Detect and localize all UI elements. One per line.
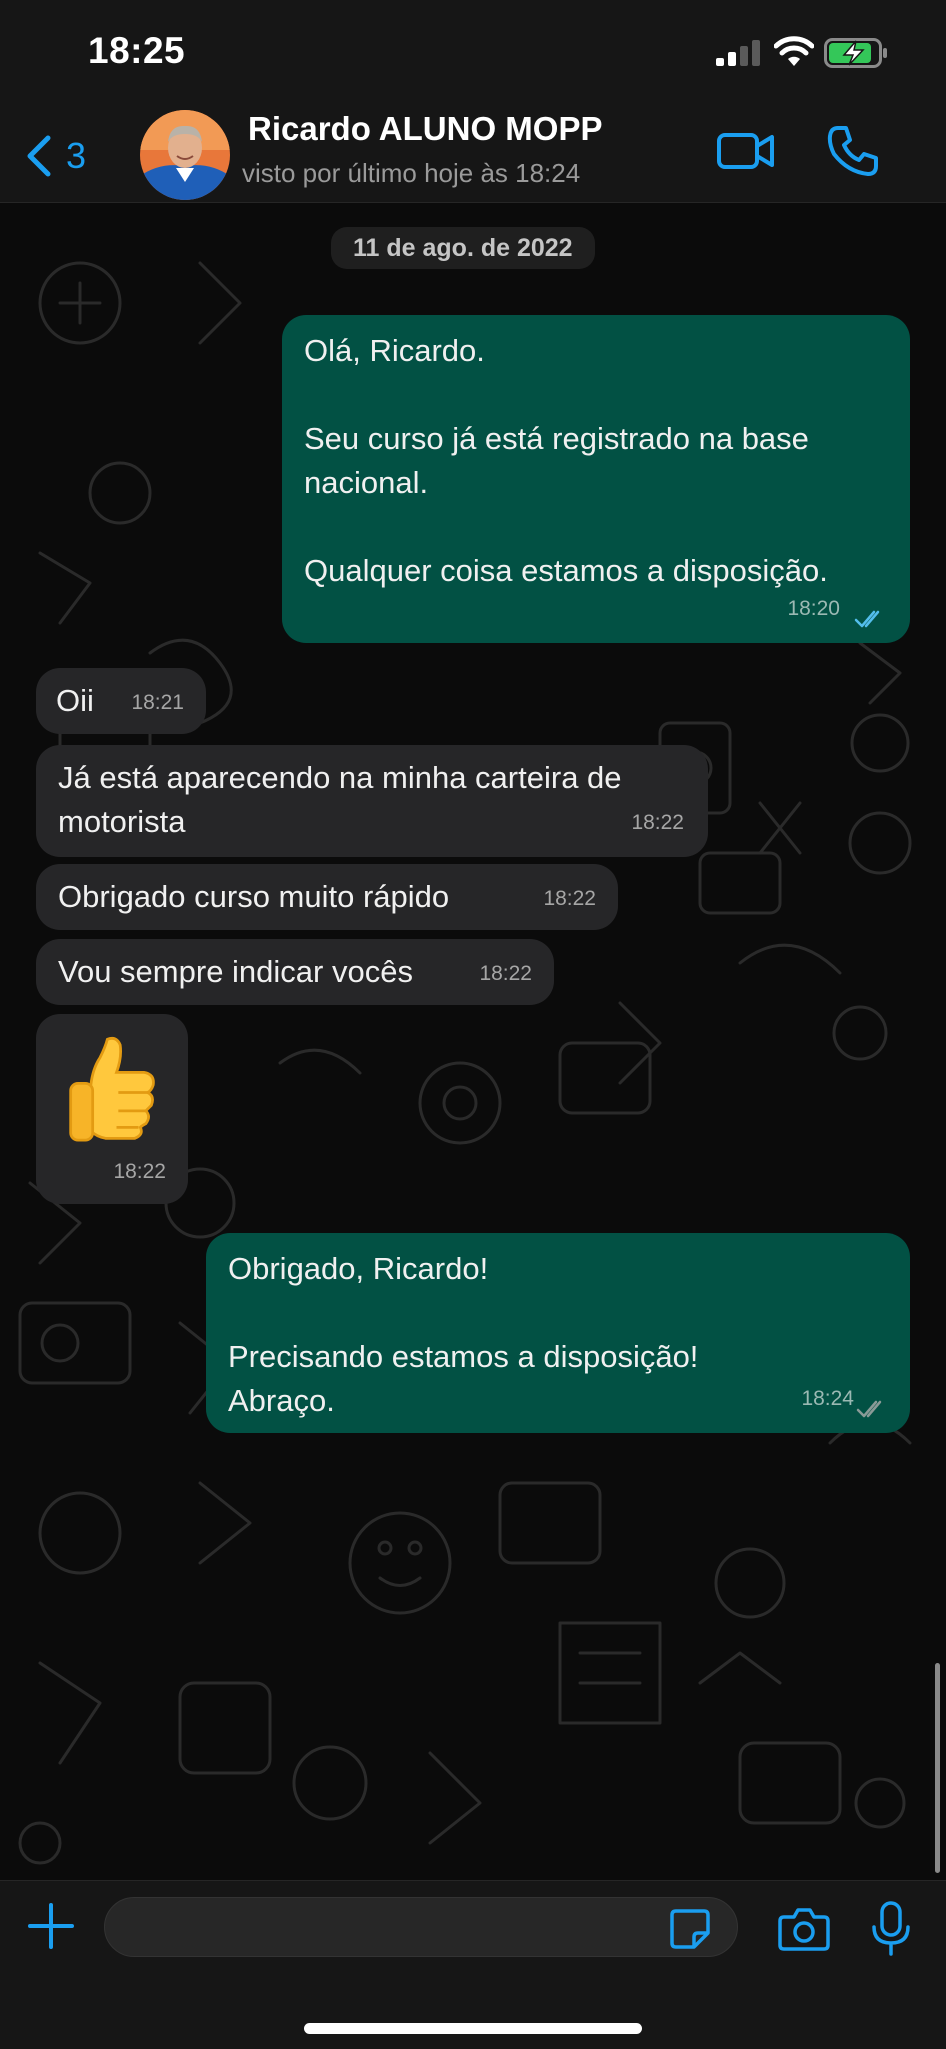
message-incoming[interactable]: Vou sempre indicar vocês 18:22	[36, 939, 554, 1005]
message-time: 18:22	[479, 962, 532, 985]
message-text-line	[304, 505, 888, 549]
video-call-icon[interactable]	[716, 128, 776, 174]
message-outgoing[interactable]: Obrigado, Ricardo! Precisando estamos a …	[206, 1233, 910, 1433]
read-receipt-icon	[854, 610, 880, 628]
back-button[interactable]: 3	[24, 130, 86, 182]
input-bar	[0, 1880, 946, 2049]
message-input[interactable]	[104, 1897, 738, 1957]
message-text-line: Obrigado, Ricardo!	[228, 1251, 489, 1286]
message-text: Oii	[56, 683, 94, 718]
status-bar: 18:25	[0, 0, 946, 110]
message-text: Obrigado curso muito rápido	[58, 879, 450, 914]
message-text-line	[228, 1291, 888, 1335]
camera-icon[interactable]	[778, 1905, 830, 1951]
message-text-line: Olá, Ricardo.	[304, 333, 485, 368]
message-time: 18:22	[543, 887, 596, 910]
message-text-line: Abraço.	[228, 1383, 335, 1418]
cellular-signal-icon	[716, 40, 760, 66]
wifi-icon	[774, 36, 814, 66]
status-time: 18:25	[88, 30, 186, 71]
delivered-receipt-icon	[856, 1400, 882, 1418]
battery-charging-icon	[824, 38, 887, 68]
message-text: Vou sempre indicar vocês	[58, 954, 413, 989]
message-text-line	[304, 373, 888, 417]
contact-name[interactable]: Ricardo ALUNO MOPP	[248, 110, 602, 148]
avatar[interactable]	[140, 110, 230, 200]
home-indicator	[304, 2023, 642, 2034]
message-incoming[interactable]: Oii 18:21	[36, 668, 206, 734]
microphone-icon[interactable]	[866, 1901, 916, 1957]
chat-header: 3 Ricardo ALUNO MOPP visto por último ho…	[0, 110, 946, 203]
message-time: 18:24	[801, 1387, 854, 1410]
message-time: 18:21	[131, 691, 184, 714]
message-time: 18:22	[631, 811, 684, 834]
message-time: 18:20	[787, 597, 840, 620]
phone-icon[interactable]	[826, 124, 880, 178]
unread-count: 3	[66, 135, 87, 176]
plus-icon[interactable]	[26, 1901, 76, 1951]
message-time: 18:22	[113, 1160, 166, 1183]
sticker-icon[interactable]	[668, 1907, 712, 1951]
message-text-line: Seu curso já está registrado na base	[304, 421, 809, 456]
message-outgoing[interactable]: Olá, Ricardo. Seu curso já está registra…	[282, 315, 910, 643]
message-text-line: nacional.	[304, 465, 429, 500]
scrollbar[interactable]	[935, 1663, 940, 1873]
message-incoming-emoji[interactable]: 18:22	[36, 1014, 188, 1204]
message-text-line: Precisando estamos a disposição!	[228, 1339, 699, 1374]
last-seen-status: visto por último hoje às 18:24	[242, 158, 581, 188]
chat-area[interactable]: 11 de ago. de 2022 Olá, Ricardo. Seu cur…	[0, 203, 946, 1880]
chevron-left-icon	[27, 135, 51, 177]
message-text-line: Já está aparecendo na minha carteira de	[58, 760, 622, 795]
message-text-line: motorista	[58, 804, 186, 839]
thumbs-up-emoji	[69, 1036, 155, 1142]
message-incoming[interactable]: Obrigado curso muito rápido 18:22	[36, 864, 618, 930]
date-separator: 11 de ago. de 2022	[331, 227, 595, 269]
message-incoming[interactable]: Já está aparecendo na minha carteira de …	[36, 745, 708, 857]
